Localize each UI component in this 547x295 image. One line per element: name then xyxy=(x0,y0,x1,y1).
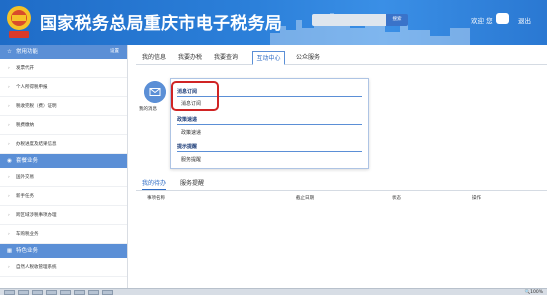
sidebar-section-feature[interactable]: ▦ 特色业务 xyxy=(0,244,127,258)
sidebar-item[interactable]: › 个人所得税申报 xyxy=(0,78,127,97)
bullet-icon: › xyxy=(8,85,10,90)
star-icon: ☆ xyxy=(7,49,12,55)
dropdown-section-title: 政策速递 xyxy=(177,117,198,123)
user-name-badge[interactable] xyxy=(496,13,509,24)
column-header: 状态 xyxy=(392,196,401,201)
sidebar-item[interactable]: › 新手任务 xyxy=(0,187,127,206)
bullet-icon: › xyxy=(8,104,10,109)
bullet-icon: › xyxy=(8,194,10,199)
bullet-icon: › xyxy=(8,175,10,180)
welcome-text: 欢迎 您 xyxy=(471,17,493,25)
column-header: 截止日期 xyxy=(296,196,314,201)
package-icon: ◉ xyxy=(7,158,12,164)
taskbar-button[interactable] xyxy=(18,290,29,295)
sidebar-item[interactable]: › 发票代开 xyxy=(0,59,127,78)
message-icon[interactable] xyxy=(144,81,166,103)
tab-interaction-center[interactable]: 互动中心 xyxy=(252,51,285,65)
search-input[interactable] xyxy=(312,14,386,26)
sidebar-item[interactable]: › 办税进度及结果信息 xyxy=(0,135,127,154)
tab-my-info[interactable]: 我的信息 xyxy=(140,51,168,65)
column-header: 事项名称 xyxy=(147,196,165,201)
tab-my-todo[interactable]: 我的待办 xyxy=(142,178,167,190)
highlight-box xyxy=(171,81,219,111)
taskbar-button[interactable] xyxy=(88,290,99,295)
column-header: 操作 xyxy=(472,196,481,201)
bullet-icon: › xyxy=(8,142,10,147)
dropdown-item-reminder[interactable]: 服务提醒 xyxy=(181,156,201,163)
search-button[interactable]: 搜索 xyxy=(386,14,408,26)
sidebar-item[interactable]: › 跨区域涉税事项办理 xyxy=(0,206,127,225)
zoom-level[interactable]: 🔍100% xyxy=(525,289,543,295)
bullet-icon: › xyxy=(8,232,10,237)
sidebar-section-package[interactable]: ◉ 套餐业务 xyxy=(0,154,127,168)
sidebar-item[interactable]: › 税收完税（费）证明 xyxy=(0,97,127,116)
message-icon-label[interactable]: 我的消息 xyxy=(139,106,157,112)
sidebar-item[interactable]: › 国外交易 xyxy=(0,168,127,187)
browser-status-bar: 🔍100% xyxy=(0,288,547,295)
sidebar-section-common[interactable]: ☆ 常用功能 设置 xyxy=(0,45,127,59)
tax-emblem-icon xyxy=(7,6,31,38)
bullet-icon: › xyxy=(8,66,10,71)
settings-link[interactable]: 设置 xyxy=(110,45,119,59)
divider xyxy=(177,124,362,125)
site-title: 国家税务总局重庆市电子税务局 xyxy=(40,14,283,34)
divider xyxy=(177,151,362,152)
header-banner: 国家税务总局重庆市电子税务局 搜索 欢迎 您 退出 xyxy=(0,0,547,45)
taskbar-button[interactable] xyxy=(74,290,85,295)
sidebar-item[interactable]: › 车购税业务 xyxy=(0,225,127,244)
dropdown-item-policy[interactable]: 政策速递 xyxy=(181,129,201,136)
logout-link[interactable]: 退出 xyxy=(518,15,531,25)
grid-icon: ▦ xyxy=(6,248,13,254)
sidebar-item[interactable]: › 税费缴纳 xyxy=(0,116,127,135)
sidebar: ☆ 常用功能 设置 › 发票代开 › 个人所得税申报 › 税收完税（费）证明 › 税费缴纳… xyxy=(0,45,128,288)
tab-service-reminder[interactable]: 服务提醒 xyxy=(180,178,204,190)
bullet-icon: › xyxy=(8,123,10,128)
todo-tab-bar: 我的待办 服务提醒 xyxy=(136,178,547,191)
taskbar-button[interactable] xyxy=(4,290,15,295)
main-tab-bar: 我的信息 我要办税 我要查询 互动中心 公众服务 xyxy=(136,50,547,65)
bullet-icon: › xyxy=(8,265,10,270)
sidebar-item[interactable]: › 自然人税收管理系统 xyxy=(0,258,127,277)
taskbar-button[interactable] xyxy=(102,290,113,295)
bullet-icon: › xyxy=(8,213,10,218)
todo-table-header: 事项名称 截止日期 状态 操作 xyxy=(136,192,547,204)
tab-public-service[interactable]: 公众服务 xyxy=(294,51,322,65)
taskbar-button[interactable] xyxy=(32,290,43,295)
taskbar-button[interactable] xyxy=(60,290,71,295)
tab-do-tax[interactable]: 我要办税 xyxy=(176,51,204,65)
dropdown-section-title: 提示提醒 xyxy=(177,144,198,150)
taskbar-button[interactable] xyxy=(46,290,57,295)
tab-query[interactable]: 我要查询 xyxy=(212,51,240,65)
